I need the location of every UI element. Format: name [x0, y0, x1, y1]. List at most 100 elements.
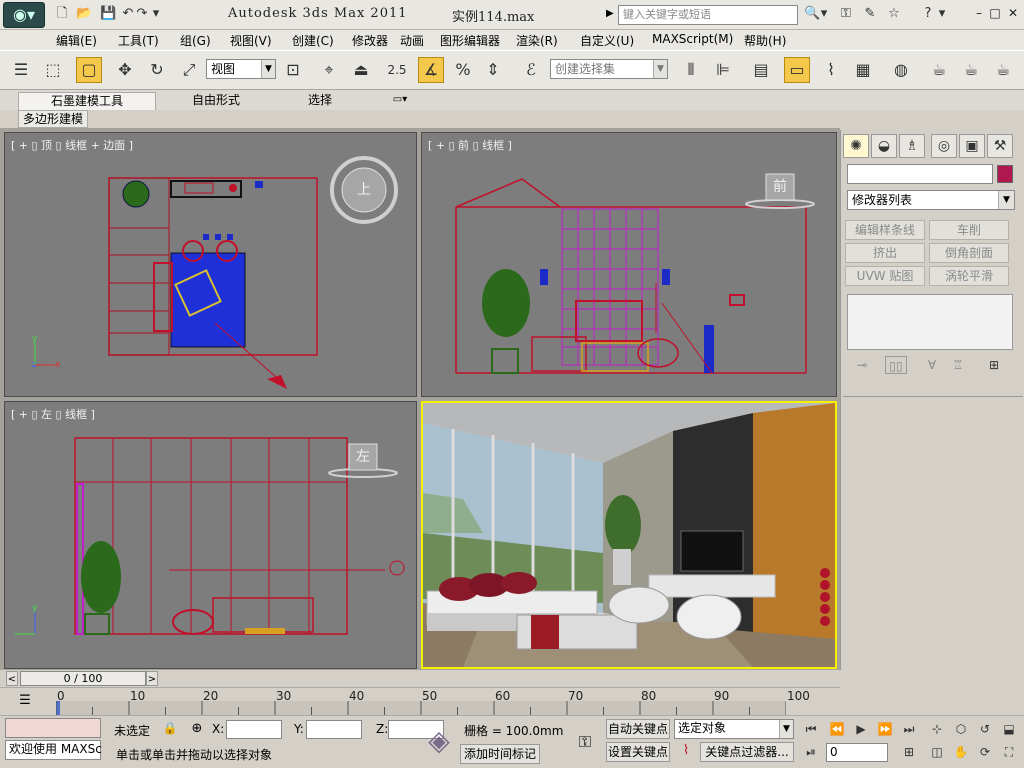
menu-create[interactable]: 创建(C): [292, 32, 334, 49]
angle-snap-icon[interactable]: ∡: [418, 57, 444, 83]
material-editor-icon[interactable]: ◍: [888, 57, 914, 83]
curve-editor-icon[interactable]: ⌇: [818, 57, 844, 83]
maximize-button[interactable]: □: [988, 6, 1002, 20]
communication-icon[interactable]: ✎: [862, 6, 878, 22]
time-configuration-icon[interactable]: ⊞: [900, 743, 918, 761]
keyboard-shortcut-override-icon[interactable]: ⏏: [348, 57, 374, 83]
percent-snap-icon[interactable]: %: [450, 57, 476, 83]
pan-hand-icon[interactable]: ✋: [952, 743, 970, 761]
key-icon[interactable]: ⚿: [838, 6, 854, 22]
object-color-swatch[interactable]: [997, 165, 1013, 183]
viewport-front[interactable]: [ + ▯ 前 ▯ 线框 ] 前: [421, 132, 837, 397]
x-coordinate-input[interactable]: [226, 720, 282, 739]
create-tab-icon[interactable]: ✺: [843, 134, 869, 158]
go-to-end-icon[interactable]: ⏭: [900, 720, 918, 738]
menu-edit[interactable]: 编辑(E): [56, 32, 97, 49]
mini-curve-editor-icon[interactable]: ☰: [14, 692, 36, 710]
make-unique-icon[interactable]: ∀: [921, 356, 943, 374]
lathe-button[interactable]: 车削: [929, 220, 1009, 240]
favorite-star-icon[interactable]: ☆: [886, 6, 902, 22]
lock-selection-icon[interactable]: 🔒: [162, 721, 178, 737]
orbit-icon[interactable]: ↺: [976, 720, 994, 738]
select-scale-icon[interactable]: ⤢: [176, 57, 202, 83]
add-time-tag-button[interactable]: 添加时间标记: [460, 744, 540, 764]
menu-animation[interactable]: 动画: [400, 32, 424, 49]
menu-group[interactable]: 组(G): [180, 32, 211, 49]
set-key-button[interactable]: 设置关键点: [606, 742, 670, 762]
open-file-icon[interactable]: 📂: [76, 6, 92, 22]
viewport-top[interactable]: [ + ▯ 顶 ▯ 线框 + 边面 ] y x z 上: [4, 132, 417, 397]
spinner-snap-icon[interactable]: ⇕: [480, 57, 506, 83]
auto-key-button[interactable]: 自动关键点: [606, 719, 670, 739]
modifier-list-dropdown[interactable]: 修改器列表 ▼: [847, 190, 1015, 210]
pivot-center-icon[interactable]: ⊡: [280, 57, 306, 83]
select-move-icon[interactable]: ✥: [112, 57, 138, 83]
render-production-icon[interactable]: ☕: [990, 57, 1016, 83]
arc-rotate-icon[interactable]: ⟳: [976, 743, 994, 761]
snap-toggle-icon[interactable]: 2.5: [384, 57, 410, 83]
region-select-icon[interactable]: ⬚: [40, 57, 66, 83]
reference-coordinate-dropdown[interactable]: 视图 ▼: [206, 59, 276, 79]
align-icon[interactable]: ⊫: [710, 57, 736, 83]
window-crossing-icon[interactable]: ▢: [76, 57, 102, 83]
app-menu-button[interactable]: ◉▾: [3, 2, 45, 28]
current-frame-input[interactable]: 0: [826, 743, 888, 762]
minimize-button[interactable]: –: [972, 6, 986, 20]
maximize-viewport-icon[interactable]: ⛶: [1000, 743, 1018, 761]
absolute-mode-icon[interactable]: ⊕: [188, 721, 206, 739]
modify-tab-icon[interactable]: ◒: [871, 134, 897, 158]
key-filters-button[interactable]: 关键点过滤器...: [700, 742, 794, 762]
extrude-button[interactable]: 挤出: [845, 243, 925, 263]
select-rotate-icon[interactable]: ↻: [144, 57, 170, 83]
save-file-icon[interactable]: 💾: [100, 6, 116, 22]
zoom-extents-icon[interactable]: ◫: [928, 743, 946, 761]
track-bar[interactable]: ☰ 0 10 20 30 40 50 60 70 80 90 100: [0, 687, 840, 715]
rendered-frame-icon[interactable]: ☕: [958, 57, 984, 83]
utilities-tab-icon[interactable]: ⚒: [987, 134, 1013, 158]
graphite-toggle-icon[interactable]: ▭: [784, 57, 810, 83]
key-tangent-icon[interactable]: ⌇: [676, 743, 696, 763]
menu-help[interactable]: 帮助(H): [744, 32, 786, 49]
motion-tab-icon[interactable]: ◎: [931, 134, 957, 158]
display-tab-icon[interactable]: ▣: [959, 134, 985, 158]
play-icon[interactable]: ▶: [852, 720, 870, 738]
menu-maxscript[interactable]: MAXScript(M): [652, 32, 733, 46]
key-mode-select[interactable]: 选定对象 ▼: [674, 719, 794, 739]
field-of-view-icon[interactable]: ⬓: [1000, 720, 1018, 738]
go-to-start-icon[interactable]: ⏮: [802, 720, 820, 738]
maxscript-mini-listener[interactable]: 欢迎使用 MAXSc: [5, 740, 102, 760]
help-icon[interactable]: ?: [920, 6, 936, 22]
remove-modifier-icon[interactable]: ♖: [947, 356, 969, 374]
bevel-profile-button[interactable]: 倒角剖面: [929, 243, 1009, 263]
time-slider-thumb[interactable]: 0 / 100: [20, 671, 146, 686]
frame-ruler[interactable]: 0 10 20 30 40 50 60 70 80 90 100: [56, 688, 810, 716]
binoculars-dropdown-icon[interactable]: ▾: [820, 6, 828, 22]
modifier-stack[interactable]: [847, 294, 1013, 350]
ribbon-options-icon[interactable]: ▭▾: [386, 92, 414, 110]
tab-graphite-modeling[interactable]: 石墨建模工具: [18, 92, 156, 110]
tab-selection[interactable]: 选择: [290, 92, 350, 110]
zoom-all-icon[interactable]: ⬡: [952, 720, 970, 738]
turbosmooth-button[interactable]: 涡轮平滑: [929, 266, 1009, 286]
uvw-map-button[interactable]: UVW 贴图: [845, 266, 925, 286]
select-and-manipulate-icon[interactable]: ⌖: [316, 57, 342, 83]
viewcube-left-face[interactable]: 左: [349, 445, 377, 469]
render-setup-icon[interactable]: ☕: [926, 57, 952, 83]
time-slider-prev-button[interactable]: <: [6, 671, 18, 686]
time-slider-next-button[interactable]: >: [146, 671, 158, 686]
next-frame-icon[interactable]: ⏩: [876, 720, 894, 738]
zoom-icon[interactable]: ⊹: [928, 720, 946, 738]
configure-modifier-sets-icon[interactable]: ⊞: [983, 356, 1005, 374]
object-name-field[interactable]: [847, 164, 993, 184]
key-mode-toggle-icon[interactable]: ⏯: [802, 743, 820, 761]
viewport-left[interactable]: [ + ▯ 左 ▯ 线框 ] y 左: [4, 401, 417, 669]
edit-spline-button[interactable]: 编辑样条线: [845, 220, 925, 240]
hierarchy-tab-icon[interactable]: ♗: [899, 134, 925, 158]
viewport-perspective[interactable]: [421, 401, 837, 669]
y-coordinate-input[interactable]: [306, 720, 362, 739]
previous-frame-icon[interactable]: ⏪: [828, 720, 846, 738]
tab-freeform[interactable]: 自由形式: [176, 92, 256, 110]
mirror-icon[interactable]: ⫴: [678, 57, 704, 83]
viewcube-front-face[interactable]: 前: [766, 175, 794, 199]
menu-rendering[interactable]: 渲染(R): [516, 32, 558, 49]
